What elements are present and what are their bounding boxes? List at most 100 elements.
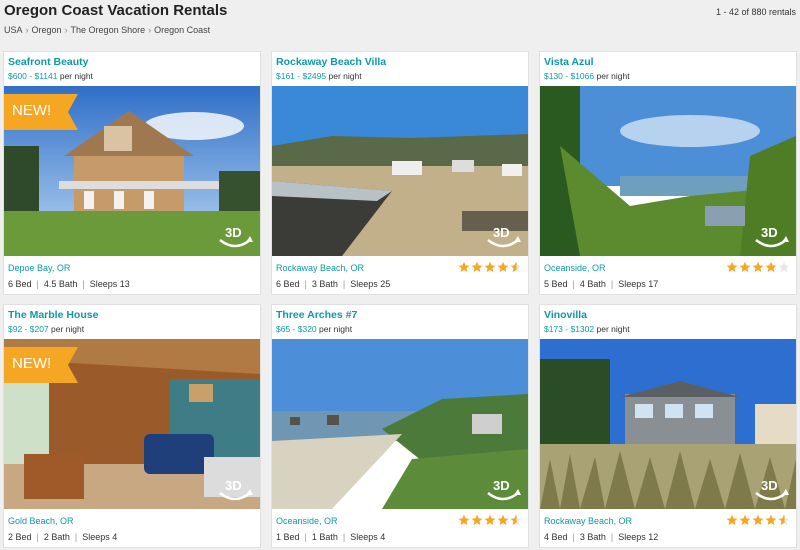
rating-stars (726, 513, 790, 531)
star-icon (484, 260, 496, 278)
sleeps-count: Sleeps 13 (89, 279, 130, 289)
star-icon (778, 260, 790, 278)
listing-name[interactable]: Vinovilla (544, 309, 587, 321)
listing-location[interactable]: Gold Beach, OR (8, 516, 74, 526)
listing-card[interactable]: Vinovilla $173 - $1302 per night 3D Rock… (539, 304, 797, 548)
star-icon (778, 513, 790, 531)
3d-tour-label: 3D (761, 225, 778, 240)
sleeps-count: Sleeps 4 (82, 532, 118, 542)
specs-separator: | (304, 279, 307, 289)
price-range: $130 - $1066 (544, 71, 595, 81)
3d-tour-label: 3D (493, 225, 510, 240)
star-icon (497, 260, 509, 278)
star-icon (510, 260, 522, 278)
breadcrumb-separator: › (148, 25, 152, 35)
specs-separator: | (572, 532, 575, 542)
breadcrumb-separator: › (64, 25, 68, 35)
3d-tour-icon[interactable]: 3D (752, 478, 790, 503)
breadcrumb-oregon[interactable]: Oregon (32, 25, 62, 35)
star-icon (458, 260, 470, 278)
star-icon (726, 260, 738, 278)
sleeps-count: Sleeps 17 (618, 279, 659, 289)
specs-separator: | (342, 279, 346, 289)
new-badge-label: NEW! (12, 355, 52, 372)
listing-location[interactable]: Oceanside, OR (544, 263, 606, 273)
listing-card[interactable]: Seafront Beauty $600 - $1141 per night N… (3, 51, 261, 295)
listing-photo[interactable]: 3D (272, 86, 528, 256)
page-title: Oregon Coast Vacation Rentals (4, 2, 228, 19)
specs-separator: | (610, 279, 614, 289)
bath-count: 1 Bath (311, 532, 338, 542)
listing-specs: 1 Bed | 1 Bath | Sleeps 4 (276, 532, 385, 542)
star-icon (752, 260, 764, 278)
specs-separator: | (36, 532, 39, 542)
3d-tour-icon[interactable]: 3D (216, 225, 254, 250)
listing-location[interactable]: Depoe Bay, OR (8, 263, 70, 273)
new-badge: NEW! (4, 94, 78, 130)
price-range: $161 - $2495 (276, 71, 327, 81)
3d-tour-icon[interactable]: 3D (484, 478, 522, 503)
price-suffix: per night (51, 324, 85, 334)
bath-count: 3 Bath (311, 279, 338, 289)
results-count: 1 - 42 of 880 rentals (715, 7, 796, 17)
listing-card[interactable]: Vista Azul $130 - $1066 per night 3D Oce… (539, 51, 797, 295)
listing-location[interactable]: Rockaway Beach, OR (276, 263, 364, 273)
3d-tour-label: 3D (225, 478, 242, 493)
breadcrumb-oregon-shore[interactable]: The Oregon Shore (71, 25, 146, 35)
listing-specs: 6 Bed | 4.5 Bath | Sleeps 13 (8, 279, 130, 289)
listing-card[interactable]: Rockaway Beach Villa $161 - $2495 per ni… (271, 51, 529, 295)
3d-tour-label: 3D (225, 225, 242, 240)
listing-price: $161 - $2495 per night (276, 71, 362, 81)
listing-photo[interactable]: 3D (272, 339, 528, 509)
star-icon (739, 513, 751, 531)
breadcrumb: USA › Oregon › The Oregon Shore › Oregon… (4, 25, 210, 35)
price-suffix: per night (328, 71, 362, 81)
star-icon (726, 513, 738, 531)
star-icon (752, 513, 764, 531)
breadcrumb-usa[interactable]: USA (4, 25, 23, 35)
star-icon (765, 260, 777, 278)
listing-card[interactable]: The Marble House $92 - $207 per night NE… (3, 304, 261, 548)
listing-name[interactable]: Three Arches #7 (276, 309, 357, 321)
page-header: Oregon Coast Vacation Rentals 1 - 42 of … (0, 0, 800, 44)
listing-card[interactable]: Three Arches #7 $65 - $320 per night 3D … (271, 304, 529, 548)
listing-price: $65 - $320 per night (276, 324, 352, 334)
price-suffix: per night (59, 71, 93, 81)
listing-photo[interactable]: 3D (540, 86, 796, 256)
rating-stars (458, 513, 522, 531)
specs-separator: | (610, 532, 614, 542)
3d-tour-icon[interactable]: 3D (216, 478, 254, 503)
new-badge-label: NEW! (12, 102, 52, 119)
3d-tour-icon[interactable]: 3D (752, 225, 790, 250)
listing-name[interactable]: The Marble House (8, 309, 98, 321)
breadcrumb-oregon-coast[interactable]: Oregon Coast (154, 25, 210, 35)
price-range: $92 - $207 (8, 324, 49, 334)
sleeps-count: Sleeps 25 (350, 279, 391, 289)
price-suffix: per night (319, 324, 353, 334)
listing-photo[interactable]: 3D (540, 339, 796, 509)
listing-name[interactable]: Seafront Beauty (8, 56, 89, 68)
listing-location[interactable]: Oceanside, OR (276, 516, 338, 526)
specs-separator: | (74, 532, 78, 542)
price-suffix: per night (596, 324, 630, 334)
bed-count: 2 Bed (8, 532, 32, 542)
listing-name[interactable]: Rockaway Beach Villa (276, 56, 386, 68)
listing-name[interactable]: Vista Azul (544, 56, 594, 68)
listing-price: $130 - $1066 per night (544, 71, 630, 81)
specs-separator: | (82, 279, 85, 289)
listing-specs: 6 Bed | 3 Bath | Sleeps 25 (276, 279, 390, 289)
listing-photo[interactable]: NEW! 3D (4, 339, 260, 509)
star-icon (484, 513, 496, 531)
bath-count: 2 Bath (43, 532, 70, 542)
rating-stars (726, 260, 790, 278)
sleeps-count: Sleeps 4 (350, 532, 386, 542)
listing-price: $173 - $1302 per night (544, 324, 630, 334)
bed-count: 6 Bed (276, 279, 300, 289)
sleeps-count: Sleeps 12 (618, 532, 659, 542)
star-icon (497, 513, 509, 531)
bed-count: 1 Bed (276, 532, 300, 542)
breadcrumb-separator: › (25, 25, 29, 35)
listing-location[interactable]: Rockaway Beach, OR (544, 516, 632, 526)
listing-photo[interactable]: NEW! 3D (4, 86, 260, 256)
3d-tour-icon[interactable]: 3D (484, 225, 522, 250)
